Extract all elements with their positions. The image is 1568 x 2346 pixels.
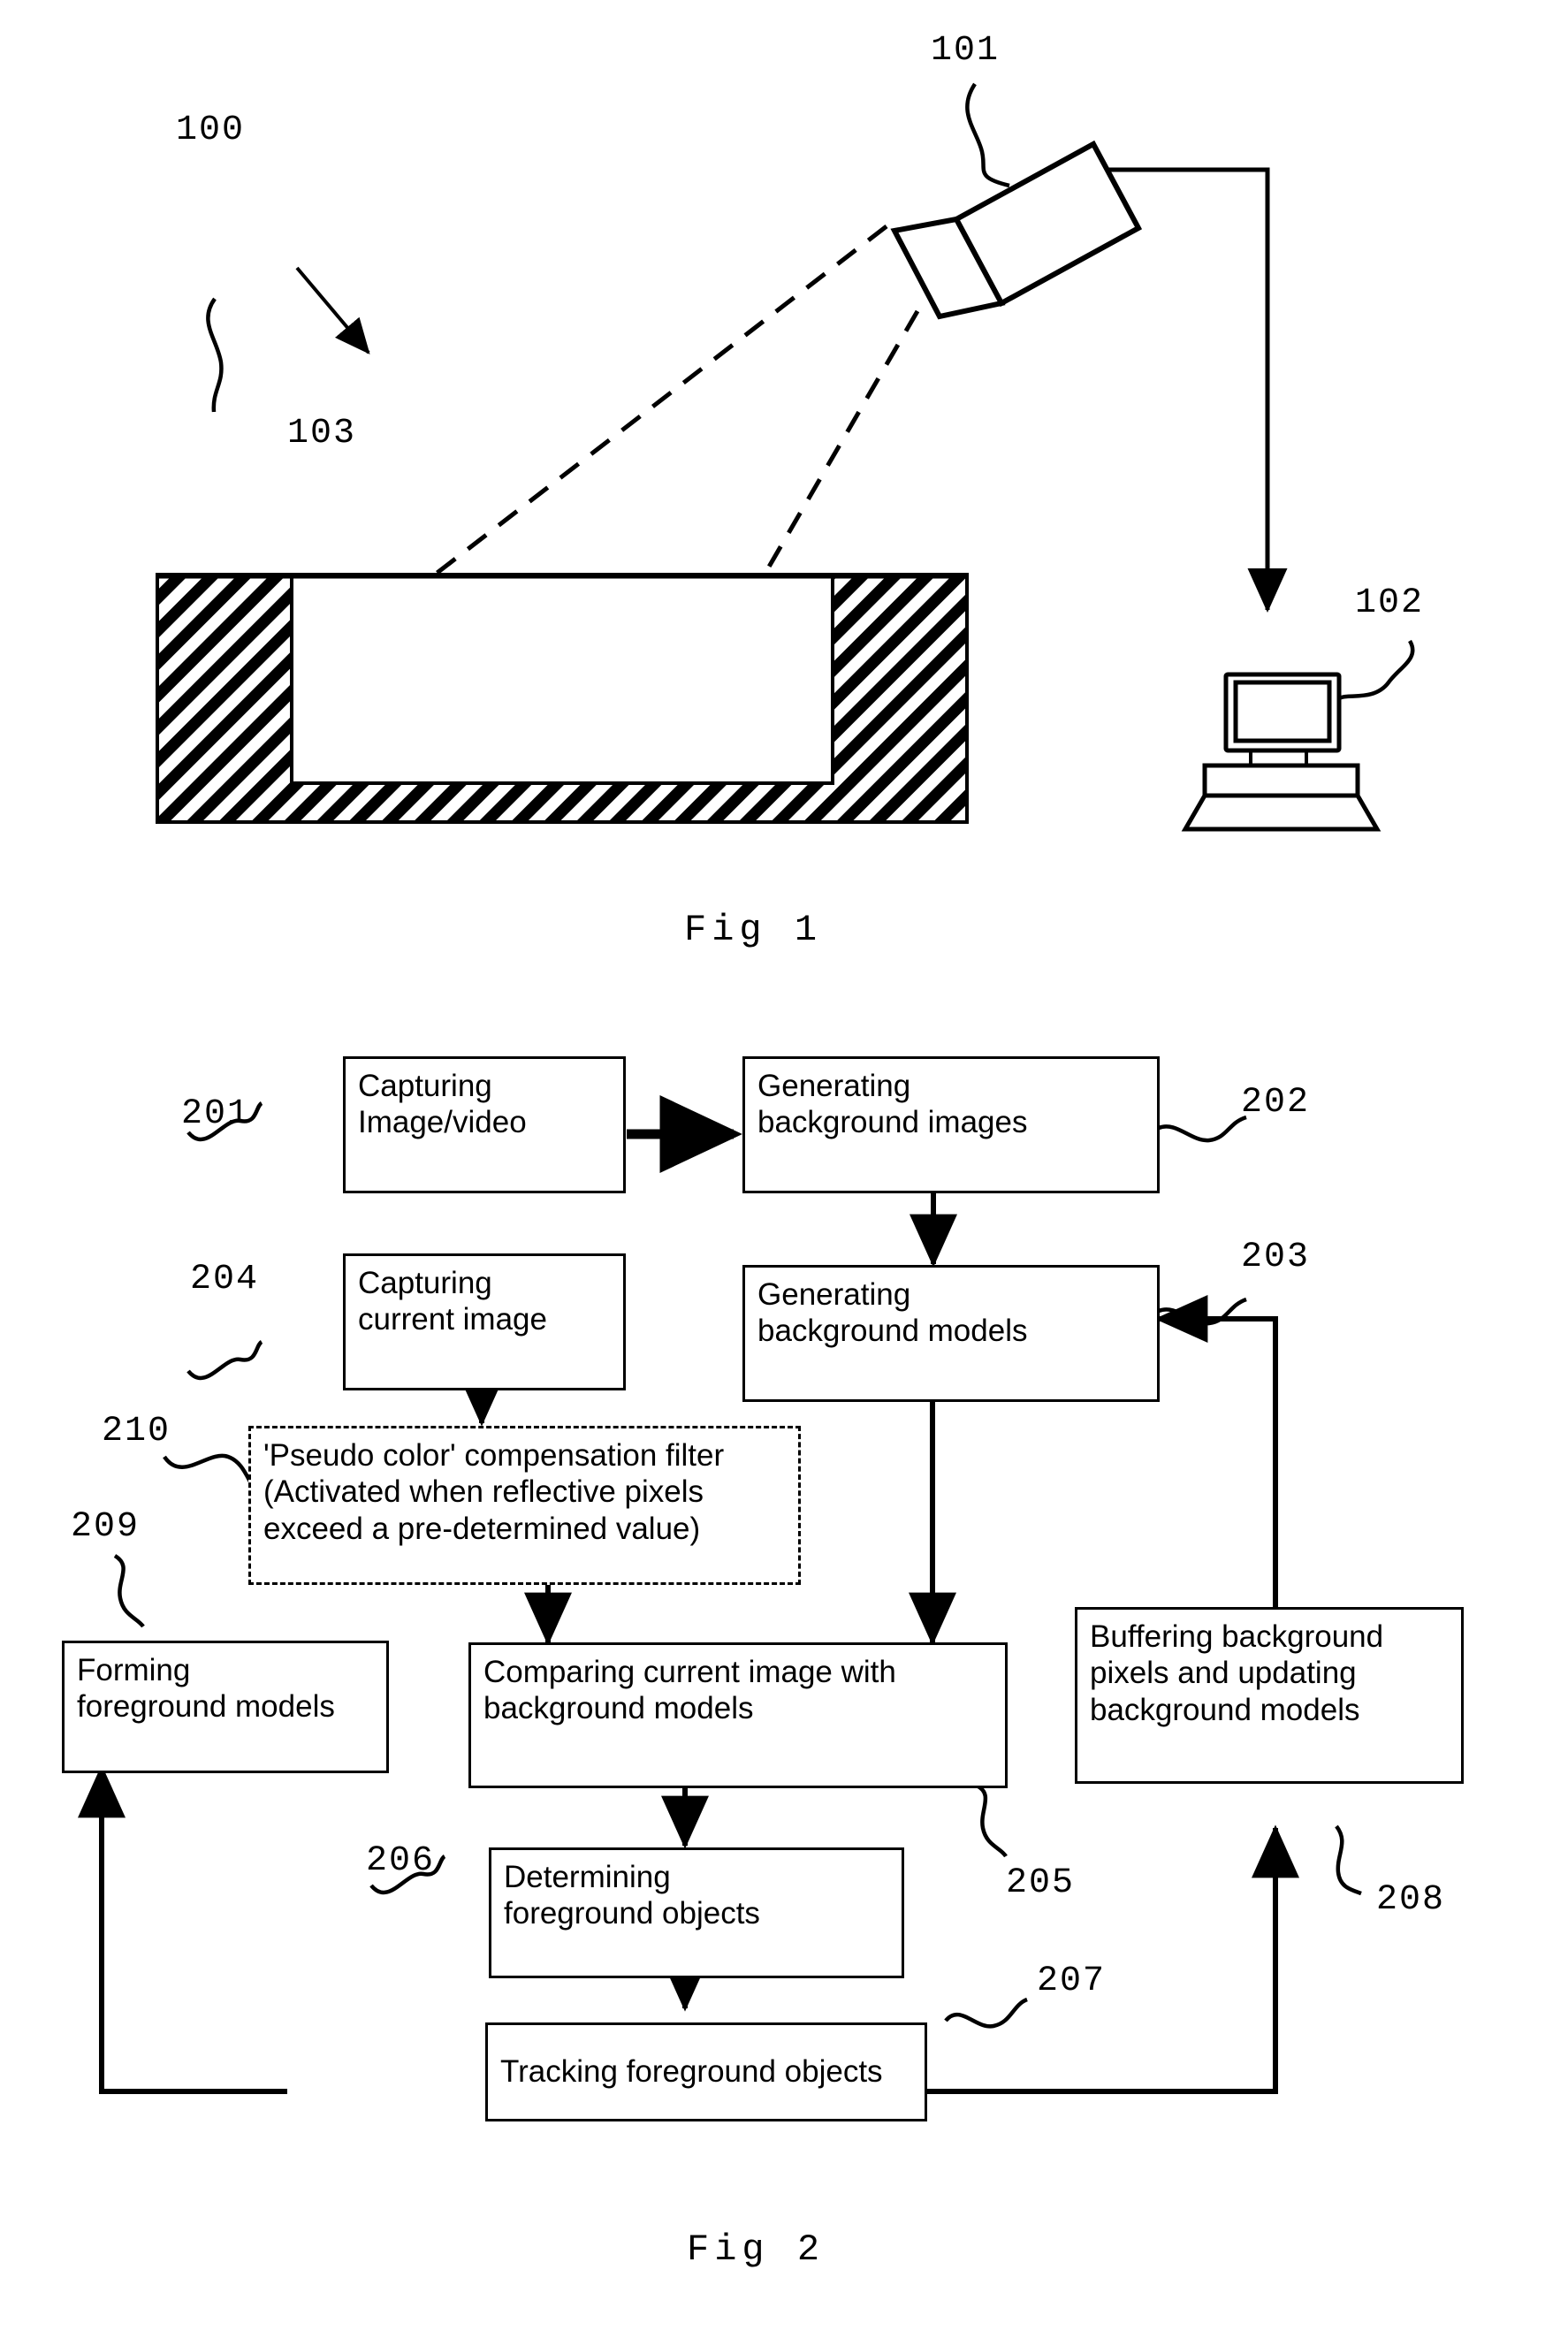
patent-drawing-sheet: 100 101 102 103 Fig 1 Capturing Image/vi… <box>0 0 1568 2346</box>
figure-2-caption: Fig 2 <box>687 2228 826 2271</box>
ref-label-207: 207 <box>1037 1961 1107 2001</box>
step-box-203[interactable]: Generating background models <box>742 1265 1160 1402</box>
arrow-208-to-203 <box>1154 1295 1278 1609</box>
step-box-202[interactable]: Generating background images <box>742 1056 1160 1193</box>
step-box-201[interactable]: Capturing Image/video <box>343 1056 626 1193</box>
ref-label-201: 201 <box>181 1094 251 1134</box>
step-box-204[interactable]: Capturing current image <box>343 1253 626 1390</box>
ref-label-205: 205 <box>1006 1863 1076 1903</box>
ref-label-204: 204 <box>190 1260 260 1299</box>
step-box-205[interactable]: Comparing current image with background … <box>468 1642 1008 1788</box>
ref-label-208: 208 <box>1376 1880 1446 1920</box>
step-box-207[interactable]: Tracking foreground objects <box>485 2022 927 2121</box>
ref-label-209: 209 <box>71 1507 141 1547</box>
arrow-207-to-209 <box>78 1764 287 2094</box>
step-box-206[interactable]: Determining foreground objects <box>489 1847 904 1978</box>
ref-label-203: 203 <box>1241 1238 1311 1277</box>
ref-label-206: 206 <box>366 1841 436 1881</box>
step-box-208[interactable]: Buffering background pixels and updating… <box>1075 1607 1464 1784</box>
ref-label-202: 202 <box>1241 1083 1311 1123</box>
ref-label-210: 210 <box>102 1412 171 1451</box>
step-box-209[interactable]: Forming foreground models <box>62 1641 389 1773</box>
filter-box-210[interactable]: 'Pseudo color' compensation filter (Acti… <box>248 1426 801 1585</box>
